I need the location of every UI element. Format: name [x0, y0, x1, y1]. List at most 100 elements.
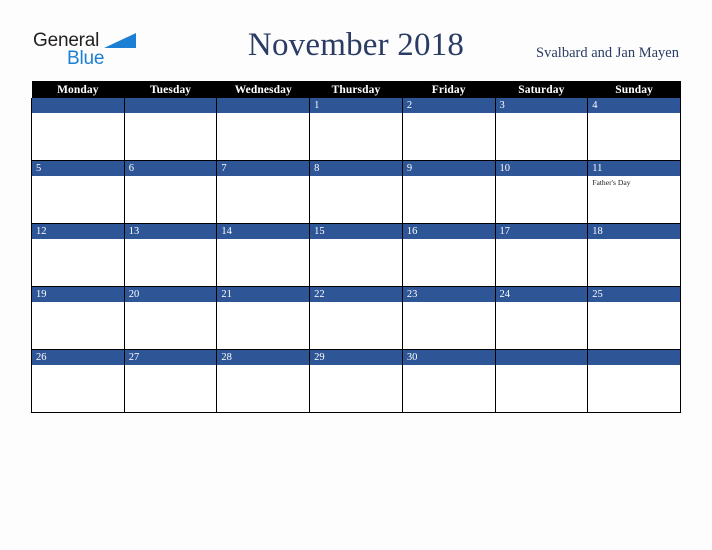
- calendar-week-row: 26 27 28 29 30: [31, 349, 681, 413]
- day-number: 5: [32, 161, 124, 176]
- day-number: 9: [402, 161, 495, 176]
- calendar-day-cell[interactable]: 5: [31, 160, 125, 224]
- day-number: 29: [310, 350, 402, 365]
- calendar-day-cell[interactable]: 7: [216, 160, 311, 224]
- day-number-empty: [217, 98, 310, 113]
- day-cell-inner: 22: [310, 287, 402, 349]
- day-cell-inner: 24: [495, 287, 588, 349]
- calendar-day-cell[interactable]: 26: [31, 349, 125, 413]
- calendar-day-cell[interactable]: 2: [401, 98, 496, 161]
- day-cell-inner: 25: [588, 287, 680, 349]
- calendar-day-cell[interactable]: 16: [401, 223, 496, 287]
- calendar-day-cell[interactable]: 18: [587, 223, 681, 287]
- day-number: 4: [588, 98, 680, 113]
- holiday-event: Father's Day: [592, 178, 631, 187]
- day-cell-inner: 3: [495, 98, 588, 160]
- calendar-day-cell[interactable]: 25: [587, 286, 681, 350]
- calendar-day-cell[interactable]: 11 Father's Day: [587, 160, 681, 224]
- weekday-header-sunday: Sunday: [587, 81, 681, 98]
- calendar-day-cell[interactable]: 8: [309, 160, 403, 224]
- calendar-day-cell[interactable]: 20: [123, 286, 218, 350]
- day-cell-inner: [217, 98, 310, 160]
- calendar-day-cell[interactable]: 9: [401, 160, 496, 224]
- day-cell-inner: 4: [588, 98, 680, 160]
- day-cell-inner: 13: [124, 224, 217, 286]
- day-number: 6: [124, 161, 217, 176]
- day-number: 3: [495, 98, 588, 113]
- calendar-day-cell[interactable]: 17: [494, 223, 589, 287]
- calendar-day-cell[interactable]: 21: [216, 286, 311, 350]
- calendar-day-cell[interactable]: [494, 349, 589, 413]
- calendar-table: Monday Tuesday Wednesday Thursday Friday…: [31, 81, 681, 413]
- day-number: 19: [32, 287, 124, 302]
- day-cell-inner: 19: [32, 287, 124, 349]
- day-cell-inner: 30: [402, 350, 495, 412]
- calendar-day-cell[interactable]: 29: [309, 349, 403, 413]
- day-number: 13: [124, 224, 217, 239]
- day-cell-inner: 18: [588, 224, 680, 286]
- day-cell-inner: [495, 350, 588, 412]
- calendar-day-cell[interactable]: 23: [401, 286, 496, 350]
- calendar-day-cell[interactable]: 10: [494, 160, 589, 224]
- day-number-empty: [588, 350, 680, 365]
- weekday-header-tuesday: Tuesday: [124, 81, 217, 98]
- day-number-empty: [32, 98, 124, 113]
- weekday-header-row: Monday Tuesday Wednesday Thursday Friday…: [31, 81, 681, 98]
- calendar-week-row: 12 13 14 15 16 17 18: [31, 223, 681, 287]
- day-cell-inner: 15: [310, 224, 402, 286]
- calendar-week-row: 1234: [31, 98, 681, 161]
- calendar-day-cell[interactable]: 30: [401, 349, 496, 413]
- calendar-day-cell[interactable]: 24: [494, 286, 589, 350]
- day-number: 11: [588, 161, 680, 176]
- day-number-empty: [495, 350, 588, 365]
- day-number: 7: [217, 161, 310, 176]
- day-cell-inner: 7: [217, 161, 310, 223]
- day-cell-inner: 12: [32, 224, 124, 286]
- event-list: Father's Day: [588, 176, 680, 188]
- day-cell-inner: 26: [32, 350, 124, 412]
- calendar-day-cell[interactable]: 28: [216, 349, 311, 413]
- weekday-header-thursday: Thursday: [309, 81, 403, 98]
- day-cell-inner: 20: [124, 287, 217, 349]
- calendar-day-cell[interactable]: 13: [123, 223, 218, 287]
- day-cell-inner: 8: [310, 161, 402, 223]
- calendar-day-cell[interactable]: 6: [123, 160, 218, 224]
- day-cell-inner: [124, 98, 217, 160]
- day-number: 21: [217, 287, 310, 302]
- calendar-day-cell[interactable]: [31, 98, 125, 161]
- day-number: 25: [588, 287, 680, 302]
- day-cell-inner: 27: [124, 350, 217, 412]
- calendar-day-cell[interactable]: 15: [309, 223, 403, 287]
- day-cell-inner: 28: [217, 350, 310, 412]
- calendar-day-cell[interactable]: 12: [31, 223, 125, 287]
- calendar-day-cell[interactable]: 4: [587, 98, 681, 161]
- calendar-day-cell[interactable]: 19: [31, 286, 125, 350]
- day-number: 14: [217, 224, 310, 239]
- day-number: 2: [402, 98, 495, 113]
- calendar-week-row: 5 6 7 8 9 10 11 Father's Day: [31, 160, 681, 224]
- day-number: 8: [310, 161, 402, 176]
- day-cell-inner: [32, 98, 124, 160]
- calendar-day-cell[interactable]: 3: [494, 98, 589, 161]
- day-number: 18: [588, 224, 680, 239]
- day-cell-inner: 16: [402, 224, 495, 286]
- calendar-day-cell[interactable]: 14: [216, 223, 311, 287]
- calendar-day-cell[interactable]: [123, 98, 218, 161]
- day-cell-inner: [588, 350, 680, 412]
- calendar-day-cell[interactable]: [216, 98, 311, 161]
- calendar-day-cell[interactable]: 27: [123, 349, 218, 413]
- day-number: 12: [32, 224, 124, 239]
- day-number: 28: [217, 350, 310, 365]
- day-number: 17: [495, 224, 588, 239]
- calendar-week-row: 19 20 21 22 23 24 25: [31, 286, 681, 350]
- weekday-header-saturday: Saturday: [495, 81, 588, 98]
- weekday-header-friday: Friday: [402, 81, 496, 98]
- calendar-day-cell[interactable]: [587, 349, 681, 413]
- calendar-day-cell[interactable]: 1: [309, 98, 403, 161]
- day-number: 16: [402, 224, 495, 239]
- day-cell-inner: 29: [310, 350, 402, 412]
- day-number: 30: [402, 350, 495, 365]
- day-cell-inner: 10: [495, 161, 588, 223]
- day-cell-inner: 17: [495, 224, 588, 286]
- calendar-day-cell[interactable]: 22: [309, 286, 403, 350]
